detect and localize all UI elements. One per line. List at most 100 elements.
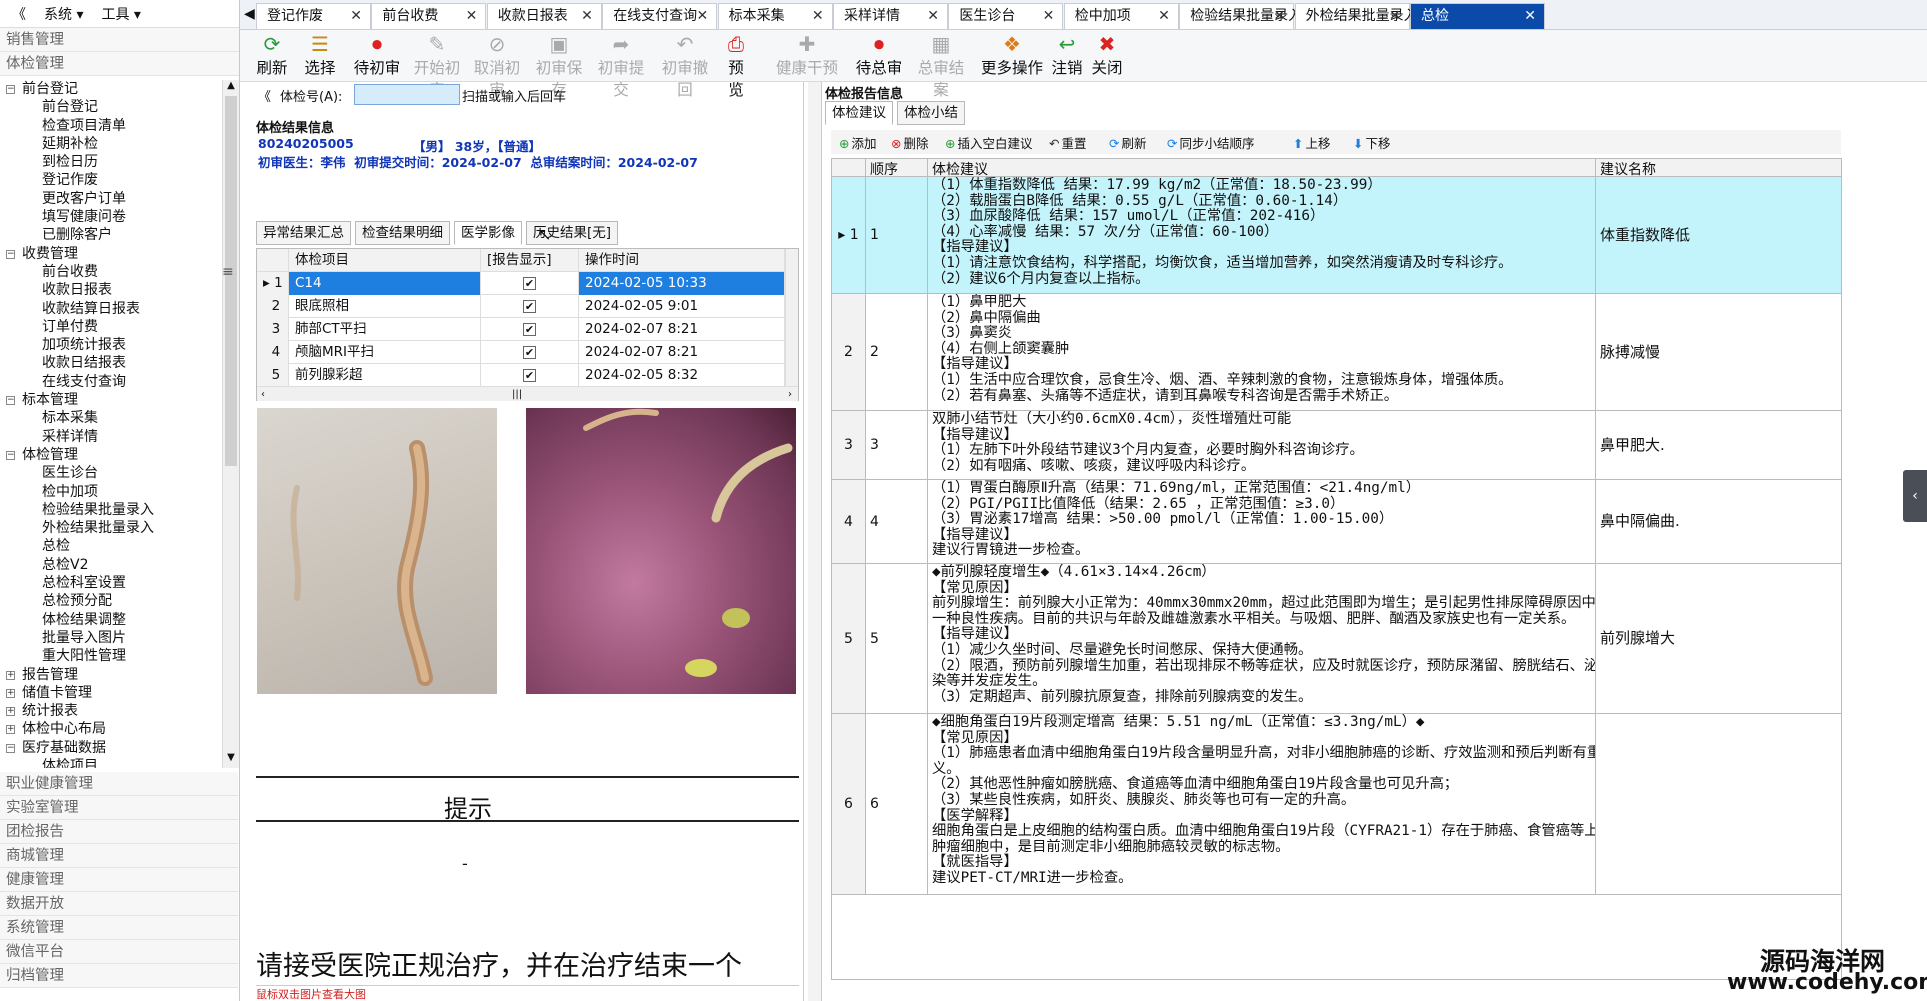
toolbar-button[interactable]: ✎开始初审	[408, 32, 466, 99]
nav-item[interactable]: 外检结果批量录入	[0, 519, 238, 537]
nav-category[interactable]: 商城管理	[0, 844, 238, 868]
toolbar-button[interactable]: ✚ 健康干预	[776, 32, 838, 80]
toolbar-button[interactable]: ▦ 总审结案	[912, 32, 970, 99]
expand-icon[interactable]: +	[6, 707, 15, 717]
nav-item[interactable]: 体检结果调整	[0, 611, 238, 629]
nav-tree-scrollbar[interactable]: ▲ ▼	[222, 80, 239, 768]
tab-scroll-left-icon[interactable]: ◀	[244, 6, 255, 22]
action-button[interactable]: ⊕ 添加	[839, 133, 877, 152]
expand-icon[interactable]: +	[6, 688, 15, 698]
table-row[interactable]: 2 2 （1）鼻甲肥大 （2）鼻中隔偏曲 （3）鼻窦炎 （4）右侧上颌窦囊肿 【指导…	[832, 294, 1842, 411]
nav-item[interactable]: 收款结算日报表	[0, 300, 238, 318]
toolbar-button[interactable]: ↩ 注销	[1050, 32, 1084, 80]
nav-item[interactable]: 重大阳性管理	[0, 647, 238, 665]
nav-group[interactable]: − 前台登记	[0, 80, 238, 98]
medical-image-2[interactable]	[526, 408, 796, 700]
close-icon[interactable]: ✕	[696, 4, 708, 28]
nav-category[interactable]: 团检报告	[0, 820, 238, 844]
tab-item[interactable]: 检验结果批量录入 ✕	[1179, 3, 1302, 29]
nav-group[interactable]: − 收费管理	[0, 245, 238, 263]
toolbar-button[interactable]: ▣ 初审保存	[530, 32, 588, 99]
grid-scrollbar[interactable]	[785, 249, 798, 389]
nav-item[interactable]: 总检V2	[0, 556, 238, 574]
nav-item[interactable]: 延期补检	[0, 135, 238, 153]
close-icon[interactable]: ✕	[1273, 4, 1285, 28]
action-button[interactable]: ⊗ 删除	[891, 133, 929, 152]
checkbox[interactable]: ✔	[523, 368, 536, 382]
tab-item[interactable]: 收款日报表 ✕	[486, 3, 602, 29]
table-row[interactable]: 4 4 （1）胃蛋白酶原Ⅱ升高（结果：71.69ng/ml，正常范围值：<21.4n…	[832, 480, 1842, 564]
grid-hscrollbar[interactable]: ‹ ||| ›	[257, 386, 798, 401]
nav-item[interactable]: 检验结果批量录入	[0, 501, 238, 519]
toolbar-button[interactable]: ↶ 初审撤回	[656, 32, 714, 99]
table-row[interactable]: 3 3 双肺小结节灶（大小约0.6cmX0.4cm），炎性增殖灶可能 【指导建议】 …	[832, 411, 1842, 480]
nav-category[interactable]: 体检管理	[0, 52, 239, 76]
nav-category[interactable]: 系统管理	[0, 916, 238, 940]
close-icon[interactable]: ✕	[350, 4, 362, 28]
nav-item[interactable]: 加项统计报表	[0, 336, 238, 354]
nav-item[interactable]: 检查项目清单	[0, 117, 238, 135]
tab-item[interactable]: 医生诊台 ✕	[948, 3, 1064, 29]
subtab-item[interactable]: 体检建议	[825, 101, 893, 125]
toolbar-button[interactable]: ⏺ 待初审	[352, 32, 402, 80]
nav-item[interactable]: 检中加项	[0, 483, 238, 501]
table-row[interactable]: 3 肺部CT平扫 ✔ 2024-02-07 8:21	[257, 318, 785, 341]
close-icon[interactable]: ✕	[927, 4, 939, 28]
nav-item[interactable]: 批量导入图片	[0, 629, 238, 647]
action-button[interactable]: ↶ 重置	[1049, 133, 1087, 152]
nav-item[interactable]: 医生诊台	[0, 464, 238, 482]
tab-item[interactable]: 在线支付查询 ✕	[602, 3, 718, 29]
close-icon[interactable]: ✕	[466, 4, 478, 28]
collapse-icon[interactable]: 《	[6, 4, 32, 24]
toolbar-button[interactable]: ⎙ 预览	[721, 32, 751, 99]
advice-text-cell[interactable]: （1）鼻甲肥大 （2）鼻中隔偏曲 （3）鼻窦炎 （4）右侧上颌窦囊肿 【指导建议…	[928, 294, 1596, 410]
subtab-item[interactable]: 体检小结	[897, 101, 965, 125]
nav-item[interactable]: 总检	[0, 537, 238, 555]
nav-group[interactable]: − 医疗基础数据	[0, 739, 238, 757]
nav-category[interactable]: 实验室管理	[0, 796, 238, 820]
nav-item[interactable]: 总检预分配	[0, 592, 238, 610]
table-row[interactable]: ▸ 1 C14 ✔ 2024-02-05 10:33	[257, 272, 785, 295]
splitter-handle-icon[interactable]: ≡	[222, 264, 234, 280]
nav-item[interactable]: 前台收费	[0, 263, 238, 281]
toolbar-button[interactable]: ⏺ 待总审	[854, 32, 904, 80]
expand-icon[interactable]: +	[6, 725, 15, 735]
close-icon[interactable]: ✕	[1389, 4, 1401, 28]
action-button[interactable]: ⬇ 下移	[1353, 133, 1391, 152]
tools-menu[interactable]: 工具 ▾	[95, 4, 146, 24]
table-row[interactable]: 2 眼底照相 ✔ 2024-02-05 9:01	[257, 295, 785, 318]
checkbox[interactable]: ✔	[523, 322, 536, 336]
nav-category[interactable]: 健康管理	[0, 868, 238, 892]
close-icon[interactable]: ✕	[1043, 4, 1055, 28]
nav-category[interactable]: 职业健康管理	[0, 772, 238, 796]
advice-text-cell[interactable]: ◆前列腺轻度增生◆（4.61×3.14×4.26cm） 【常见原因】 前列腺增生…	[928, 564, 1596, 713]
subtab-item[interactable]: 异常结果汇总	[256, 221, 351, 245]
nav-group[interactable]: − 标本管理	[0, 391, 238, 409]
nav-item[interactable]: 采样详情	[0, 428, 238, 446]
action-button[interactable]: ⟳ 同步小结顺序	[1167, 133, 1255, 152]
tab-item[interactable]: 检中加项 ✕	[1063, 3, 1179, 29]
checkbox[interactable]: ✔	[523, 299, 536, 313]
nav-item[interactable]: 总检科室设置	[0, 574, 238, 592]
exam-no-input[interactable]	[354, 84, 460, 105]
toolbar-button[interactable]: ✖ 关闭	[1091, 32, 1123, 80]
nav-item[interactable]: 前台登记	[0, 98, 238, 116]
collapse-panel-icon[interactable]: 《	[258, 86, 271, 105]
close-icon[interactable]: ✕	[812, 4, 824, 28]
tab-item[interactable]: 总检 ✕	[1410, 3, 1545, 29]
nav-group[interactable]: − 体检管理	[0, 446, 238, 464]
toolbar-button[interactable]: ☰ 选择	[298, 32, 342, 80]
system-menu[interactable]: 系统 ▾	[38, 4, 89, 24]
nav-item[interactable]: 体检项目	[0, 757, 238, 768]
expand-icon[interactable]: +	[6, 670, 15, 680]
nav-item[interactable]: 到检日历	[0, 153, 238, 171]
nav-group[interactable]: + 报告管理	[0, 666, 238, 684]
tab-item[interactable]: 登记作废 ✕	[256, 3, 371, 29]
nav-category[interactable]: 归档管理	[0, 964, 238, 988]
subtab-item[interactable]: 医学影像	[454, 221, 522, 245]
tab-item[interactable]: 前台收费 ✕	[371, 3, 487, 29]
toolbar-button[interactable]: ⊘ 取消初审	[468, 32, 526, 99]
subtab-item[interactable]: 检查结果明细	[355, 221, 450, 245]
medical-image-1[interactable]	[257, 408, 497, 700]
nav-category[interactable]: 微信平台	[0, 940, 238, 964]
